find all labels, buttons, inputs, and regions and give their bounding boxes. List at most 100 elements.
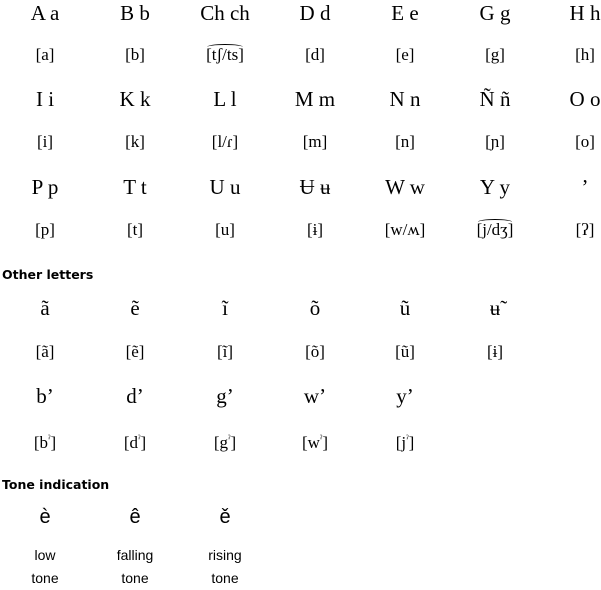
letter-b-glottal: b’ <box>36 384 54 408</box>
ipa-ch: [tʃ/ts] <box>180 44 270 65</box>
ipa-l: [l/ɾ] <box>211 132 239 151</box>
letter-h: H h <box>569 1 601 25</box>
ipa-base: [d <box>123 433 138 452</box>
tone-label-line-2: tone <box>31 570 59 586</box>
tone-indication-heading: Tone indication <box>2 477 110 492</box>
tone-letters-row: è ê ě <box>0 505 601 529</box>
letter-w-glottal: w’ <box>303 384 327 408</box>
letter-a: A a <box>30 1 60 25</box>
ipa-ch-text: [tʃ/ts] <box>206 44 244 64</box>
letter-k: K k <box>119 87 151 111</box>
other-letters-row-2-ipa: [bˀ] [dˀ] [gˀ] [wˀ] [jˀ] <box>0 430 601 453</box>
letter-y: Y y <box>479 175 511 199</box>
letter-a-tilde: ã <box>40 296 50 320</box>
other-letters-row-2-letters: b’ d’ g’ w’ y’ <box>0 384 601 408</box>
ipa-base: [b <box>33 433 48 452</box>
ipa-w-glottal: [wˀ] <box>270 430 360 453</box>
ipa-close: ] <box>140 433 147 452</box>
tone-label-line-2: tone <box>121 570 149 586</box>
ipa-k: [k] <box>125 132 145 151</box>
ipa-close: ] <box>230 433 237 452</box>
letter-enye: Ñ ñ <box>479 87 511 111</box>
letter-t: T t <box>123 175 147 199</box>
alphabet-row-3-letters: P p T t U u Ʉ ʉ W w Y y ’ <box>0 175 601 199</box>
ipa-barred-u-tilde: [ɨ] <box>486 342 504 361</box>
letter-y-glottal: y’ <box>396 384 414 408</box>
ipa-close: ] <box>50 433 57 452</box>
letter-p: P p <box>31 175 59 199</box>
alphabet-row-3-ipa: [p] [t] [u] [ɨ] [w/ʍ] [j/dʒ] [ʔ] <box>0 219 601 240</box>
letter-g: G g <box>479 1 511 25</box>
ipa-g: [g] <box>485 45 505 64</box>
ipa-y: [j/dʒ] <box>450 219 540 240</box>
ipa-d-glottal: [dˀ] <box>90 430 180 453</box>
tone-label-line-1: low <box>34 547 56 563</box>
other-letters-row-1-letters: ã ẽ ĩ õ ũ ʉ̃ <box>0 296 601 320</box>
ipa-e: [e] <box>395 45 415 64</box>
letter-d: D d <box>299 1 331 25</box>
letter-o: O o <box>569 87 601 111</box>
ipa-base: [j <box>395 433 407 452</box>
ipa-e-tilde: [ẽ] <box>125 342 145 361</box>
other-letters-heading: Other letters <box>2 267 94 282</box>
ipa-glottal-stop: [ʔ] <box>575 220 595 239</box>
tone-label-line-2: tone <box>211 570 239 586</box>
letter-m: M m <box>294 87 336 111</box>
ipa-u-tilde: [ũ] <box>395 342 415 361</box>
ipa-y-text: [j/dʒ] <box>476 219 514 239</box>
ipa-base: [w <box>301 433 320 452</box>
letter-g-glottal: g’ <box>216 384 234 408</box>
ipa-p: [p] <box>35 220 55 239</box>
ipa-base: [g <box>213 433 228 452</box>
letter-l: L l <box>213 87 237 111</box>
ipa-barred-u: [ɨ] <box>306 220 324 239</box>
ipa-g-glottal: [gˀ] <box>180 430 270 453</box>
tone-letter-low: è <box>39 506 51 528</box>
ipa-n: [n] <box>395 132 415 151</box>
letter-barred-u: Ʉ ʉ <box>299 175 331 199</box>
letter-b: B b <box>120 1 150 25</box>
letter-u: U u <box>209 175 241 199</box>
alphabet-row-2-letters: I i K k L l M m N n Ñ ñ O o <box>0 87 601 111</box>
alphabet-row-1-ipa: [a] [b] [tʃ/ts] [d] [e] [g] [h] <box>0 44 601 65</box>
tone-label-rising: rising tone <box>180 544 270 590</box>
ipa-y-glottal: [jˀ] <box>360 430 450 453</box>
ipa-t: [t] <box>126 220 144 239</box>
tone-letter-rising: ě <box>219 506 231 528</box>
ipa-b: [b] <box>125 45 145 64</box>
ipa-enye: [ɲ] <box>485 132 505 151</box>
letter-u-tilde: ũ <box>399 296 411 320</box>
ipa-a-tilde: [ã] <box>35 342 55 361</box>
letter-d-glottal: d’ <box>126 384 144 408</box>
tone-label-low: low tone <box>0 544 90 590</box>
ipa-a: [a] <box>35 45 55 64</box>
letter-barred-u-tilde: ʉ̃ <box>489 296 501 320</box>
ipa-m: [m] <box>302 132 328 151</box>
tone-labels-row: low tone falling tone rising tone <box>0 544 601 590</box>
letter-n: N n <box>389 87 421 111</box>
letter-glottal-stop: ’ <box>581 175 589 199</box>
tone-label-falling: falling tone <box>90 544 180 590</box>
ipa-o: [o] <box>575 132 595 151</box>
letter-w: W w <box>385 175 425 199</box>
letter-i-tilde: ĩ <box>222 296 228 320</box>
alphabet-row-1-letters: A a B b Ch ch D d E e G g H h <box>0 1 601 25</box>
ipa-i: [i] <box>36 132 54 151</box>
ipa-close: ] <box>408 433 415 452</box>
letter-e-tilde: ẽ <box>130 296 140 320</box>
letter-i: I i <box>35 87 55 111</box>
letter-o-tilde: õ <box>309 296 321 320</box>
tone-label-line-1: rising <box>208 547 242 563</box>
ipa-b-glottal: [bˀ] <box>0 430 90 453</box>
ipa-d: [d] <box>305 45 325 64</box>
other-letters-row-1-ipa: [ã] [ẽ] [ĩ] [õ] [ũ] [ɨ] <box>0 342 601 362</box>
ipa-o-tilde: [õ] <box>305 342 325 361</box>
alphabet-row-2-ipa: [i] [k] [l/ɾ] [m] [n] [ɲ] [o] <box>0 132 601 152</box>
tone-label-line-1: falling <box>116 547 154 563</box>
ipa-u: [u] <box>215 220 235 239</box>
letter-ch: Ch ch <box>200 1 250 25</box>
ipa-h: [h] <box>575 45 595 64</box>
tone-letter-falling: ê <box>129 506 141 528</box>
ipa-w: [w/ʍ] <box>384 220 426 239</box>
ipa-close: ] <box>322 433 329 452</box>
